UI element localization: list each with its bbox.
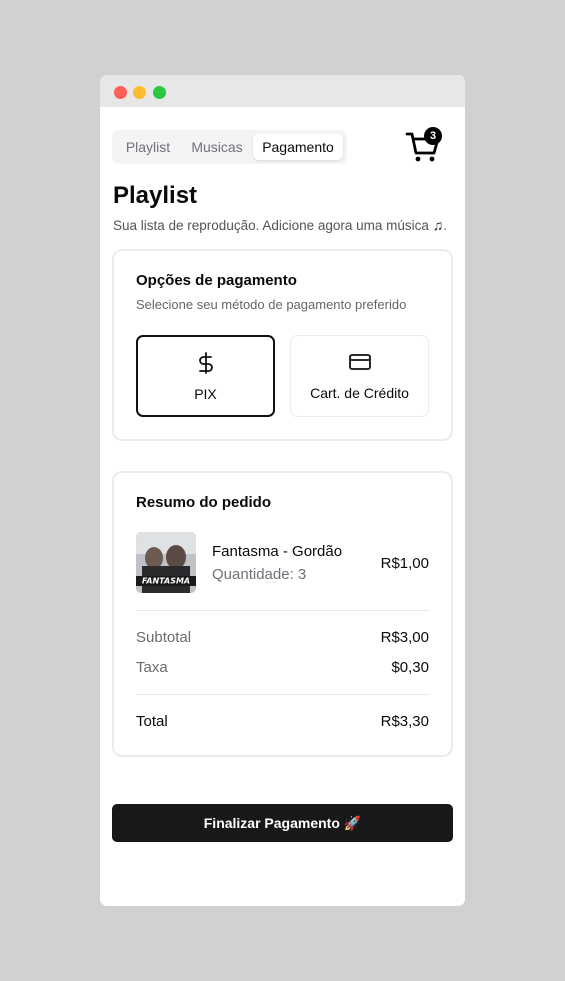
subtotal-label: Subtotal xyxy=(136,629,192,646)
pix-label: PIX xyxy=(194,386,217,402)
payment-method-pix[interactable]: PIX xyxy=(136,335,275,417)
tab-list: Playlist Musicas Pagamento xyxy=(112,130,347,164)
subtotal-value: R$3,00 xyxy=(380,629,429,646)
total-label: Total xyxy=(136,713,168,730)
tax-label: Taxa xyxy=(136,659,168,676)
finalize-payment-button[interactable]: Finalizar Pagamento 🚀 xyxy=(112,804,453,842)
app-window: Playlist Musicas Pagamento 3 Playlist Su… xyxy=(100,75,465,906)
summary-divider xyxy=(136,610,429,611)
album-cover-text: FANTASMA xyxy=(142,577,190,586)
summary-card-title: Resumo do pedido xyxy=(136,494,271,511)
item-quantity: Quantidade: 3 xyxy=(212,566,307,583)
subtitle-text: Sua lista de reprodução. Adicione agora … xyxy=(113,218,429,233)
total-value: R$3,30 xyxy=(380,713,429,730)
page-title: Playlist xyxy=(113,182,198,209)
close-window-button[interactable] xyxy=(114,86,127,99)
finalize-payment-label: Finalizar Pagamento xyxy=(203,815,340,831)
tax-value: $0,30 xyxy=(391,659,429,676)
album-cover-image: FANTASMA xyxy=(136,532,196,593)
music-note-icon: ♫ xyxy=(432,217,444,233)
credit-card-label: Cart. de Crédito xyxy=(310,385,409,401)
minimize-window-button[interactable] xyxy=(133,86,146,99)
payment-card-description: Selecione seu método de pagamento prefer… xyxy=(136,297,407,312)
credit-card-icon xyxy=(348,354,371,370)
subtitle-period: . xyxy=(443,218,447,233)
page-subtitle: Sua lista de reprodução. Adicione agora … xyxy=(113,217,447,233)
cart-button[interactable]: 3 xyxy=(405,127,442,164)
total-divider xyxy=(136,694,429,695)
tab-playlist[interactable]: Playlist xyxy=(118,134,178,160)
tab-musicas[interactable]: Musicas xyxy=(184,134,250,160)
maximize-window-button[interactable] xyxy=(153,86,166,99)
dollar-icon xyxy=(198,352,213,374)
tab-pagamento[interactable]: Pagamento xyxy=(253,134,343,160)
payment-card-title: Opções de pagamento xyxy=(136,272,297,289)
item-name: Fantasma - Gordão xyxy=(212,543,343,560)
payment-method-credit-card[interactable]: Cart. de Crédito xyxy=(290,335,429,417)
payment-options-card: Opções de pagamento Selecione seu método… xyxy=(112,249,453,441)
rocket-icon: 🚀 xyxy=(343,815,362,831)
order-summary-card: Resumo do pedido FANTASMA Fantasma - Gor… xyxy=(112,471,453,757)
cart-count-badge: 3 xyxy=(424,127,442,145)
window-titlebar xyxy=(100,75,465,107)
item-price: R$1,00 xyxy=(380,555,429,572)
